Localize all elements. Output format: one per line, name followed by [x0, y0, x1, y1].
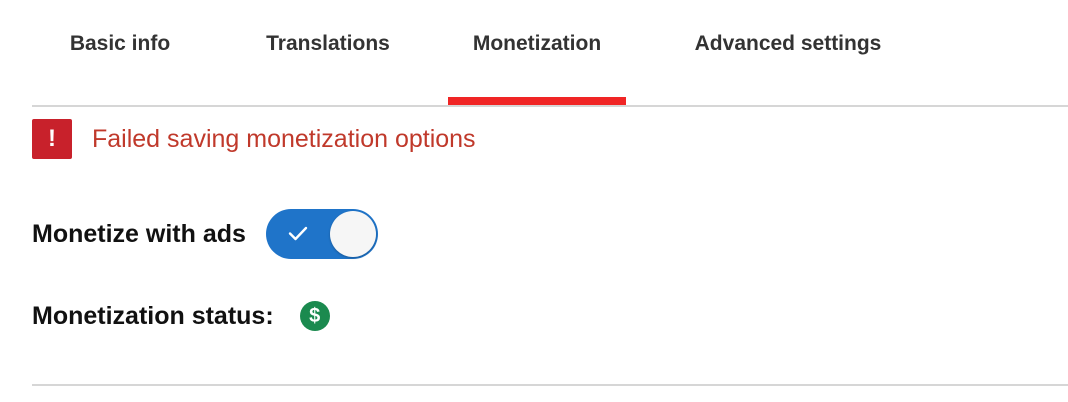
tab-label: Basic info	[69, 32, 171, 55]
active-tab-indicator	[448, 97, 626, 105]
tab-advanced-settings[interactable]: Advanced settings	[668, 0, 908, 106]
tab-bar: Basic info Translations Monetization Adv…	[32, 0, 1068, 106]
monetization-settings-page: Basic info Translations Monetization Adv…	[0, 0, 1068, 402]
toggle-knob	[329, 211, 376, 257]
error-message-row: ! Failed saving monetization options	[32, 118, 476, 160]
tab-basic-info[interactable]: Basic info	[32, 0, 208, 106]
tab-translations[interactable]: Translations	[208, 0, 448, 106]
dollar-icon: $	[299, 301, 330, 331]
tab-label: Translations	[266, 32, 390, 55]
checkmark-icon	[288, 226, 308, 241]
tabs-divider	[32, 105, 1068, 107]
tab-monetization[interactable]: Monetization	[448, 0, 626, 106]
error-message: Failed saving monetization options	[92, 124, 476, 153]
tab-label: Advanced settings	[694, 32, 882, 55]
exclamation-icon: !	[32, 119, 72, 159]
monetization-status-row: Monetization status: $	[32, 294, 330, 338]
bottom-divider	[32, 384, 1068, 386]
monetize-with-ads-row: Monetize with ads	[32, 208, 378, 260]
monetize-with-ads-label: Monetize with ads	[32, 219, 246, 248]
monetization-status-label: Monetization status:	[32, 301, 274, 330]
tab-label: Monetization	[472, 32, 602, 55]
monetize-with-ads-toggle[interactable]	[265, 209, 378, 259]
